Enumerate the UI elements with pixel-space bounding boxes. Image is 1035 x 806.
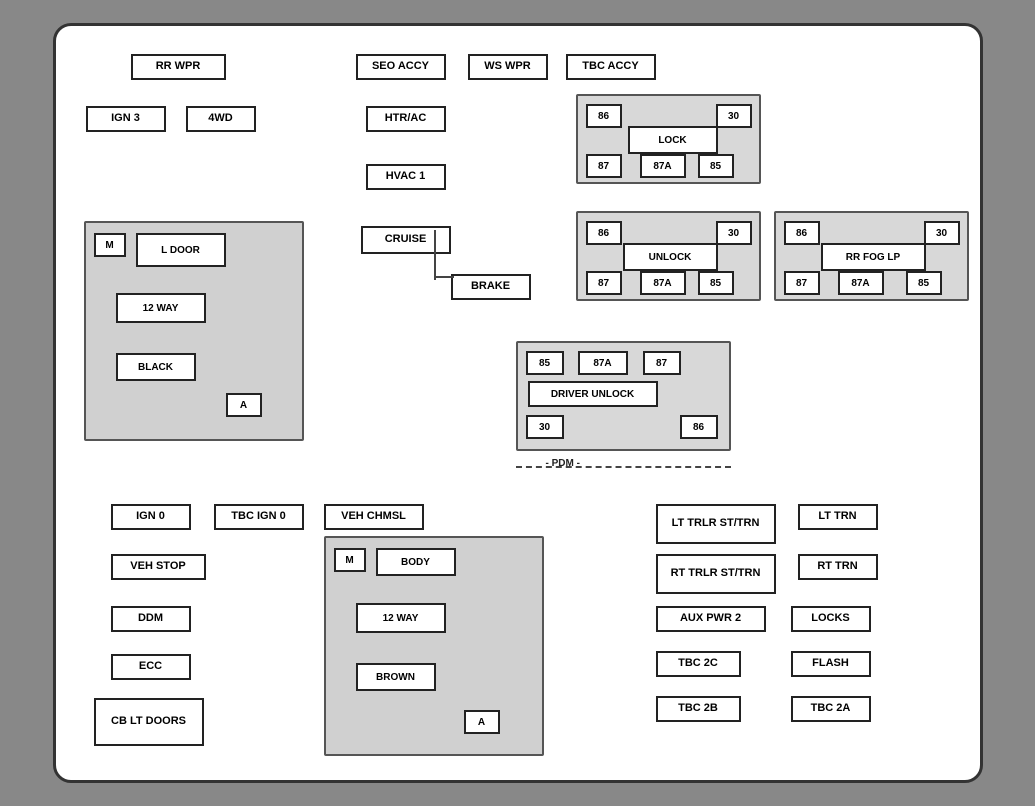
n30-unlock: 30 [716, 221, 752, 245]
rt-trn-box: RT TRN [798, 554, 878, 580]
n85-unlock: 85 [698, 271, 734, 295]
rr-fog-lp-label: RR FOG LP [821, 243, 926, 271]
n85-lock: 85 [698, 154, 734, 178]
n30-lock: 30 [716, 104, 752, 128]
driver-unlock-label: DRIVER UNLOCK [528, 381, 658, 407]
rt-trlr-st-trn-box: RT TRLR ST/TRN [656, 554, 776, 594]
n86-lock: 86 [586, 104, 622, 128]
htr-ac-box: HTR/AC [366, 106, 446, 132]
rr-wpr-box: RR WPR [131, 54, 226, 80]
brown-label: BROWN [356, 663, 436, 691]
seo-accy-box: SEO ACCY [356, 54, 446, 80]
tbc-2b-box: TBC 2B [656, 696, 741, 722]
n87a-unlock: 87A [640, 271, 686, 295]
locks-box: LOCKS [791, 606, 871, 632]
cb-lt-doors-box: CB LT DOORS [94, 698, 204, 746]
veh-chmsl-box: VEH CHMSL [324, 504, 424, 530]
l-door-group: M L DOOR 12 WAY BLACK A [84, 221, 304, 441]
ws-wpr-box: WS WPR [468, 54, 548, 80]
n87-lock: 87 [586, 154, 622, 178]
n86-driver: 86 [680, 415, 718, 439]
body-label: BODY [376, 548, 456, 576]
brake-box: BRAKE [451, 274, 531, 300]
line-brake-h [434, 276, 454, 278]
unlock-label: UNLOCK [623, 243, 718, 271]
n87a-driver: 87A [578, 351, 628, 375]
n30-rr: 30 [924, 221, 960, 245]
tbc-accy-box: TBC ACCY [566, 54, 656, 80]
n87-unlock: 87 [586, 271, 622, 295]
lt-trlr-st-trn-box: LT TRLR ST/TRN [656, 504, 776, 544]
way12-ldoor: 12 WAY [116, 293, 206, 323]
hvac1-box: HVAC 1 [366, 164, 446, 190]
tbc-2a-box: TBC 2A [791, 696, 871, 722]
ign3-box: IGN 3 [86, 106, 166, 132]
a-ldoor: A [226, 393, 262, 417]
n87-rr: 87 [784, 271, 820, 295]
ecc-box: ECC [111, 654, 191, 680]
n86-unlock: 86 [586, 221, 622, 245]
n85-rr: 85 [906, 271, 942, 295]
n87a-lock: 87A [640, 154, 686, 178]
n86-rr: 86 [784, 221, 820, 245]
veh-stop-box: VEH STOP [111, 554, 206, 580]
lt-trn-box: LT TRN [798, 504, 878, 530]
pdm-dashed-line [516, 466, 731, 468]
way12-body: 12 WAY [356, 603, 446, 633]
n30-driver: 30 [526, 415, 564, 439]
tbc-ign0-box: TBC IGN 0 [214, 504, 304, 530]
body-group: M BODY 12 WAY BROWN A [324, 536, 544, 756]
unlock-relay-group: 86 30 UNLOCK 87 87A 85 [576, 211, 761, 301]
flash-box: FLASH [791, 651, 871, 677]
aux-pwr2-box: AUX PWR 2 [656, 606, 766, 632]
rr-fog-relay-group: 86 30 RR FOG LP 87 87A 85 [774, 211, 969, 301]
n87a-rr: 87A [838, 271, 884, 295]
line-cruise-brake [434, 230, 436, 280]
a-body: A [464, 710, 500, 734]
m-ldoor: M [94, 233, 126, 257]
n87-driver: 87 [643, 351, 681, 375]
n85-driver: 85 [526, 351, 564, 375]
driver-unlock-relay-group: 85 87A 87 DRIVER UNLOCK 30 86 [516, 341, 731, 451]
cruise-box: CRUISE [361, 226, 451, 254]
tbc-2c-box: TBC 2C [656, 651, 741, 677]
l-door-label: L DOOR [136, 233, 226, 267]
diagram-container: RR WPR SEO ACCY WS WPR TBC ACCY IGN 3 4W… [53, 23, 983, 783]
ign0-box: IGN 0 [111, 504, 191, 530]
4wd-box: 4WD [186, 106, 256, 132]
lock-label: LOCK [628, 126, 718, 154]
ddm-box: DDM [111, 606, 191, 632]
black-label: BLACK [116, 353, 196, 381]
lock-relay-group: 86 30 LOCK 87 87A 85 [576, 94, 761, 184]
m-body: M [334, 548, 366, 572]
